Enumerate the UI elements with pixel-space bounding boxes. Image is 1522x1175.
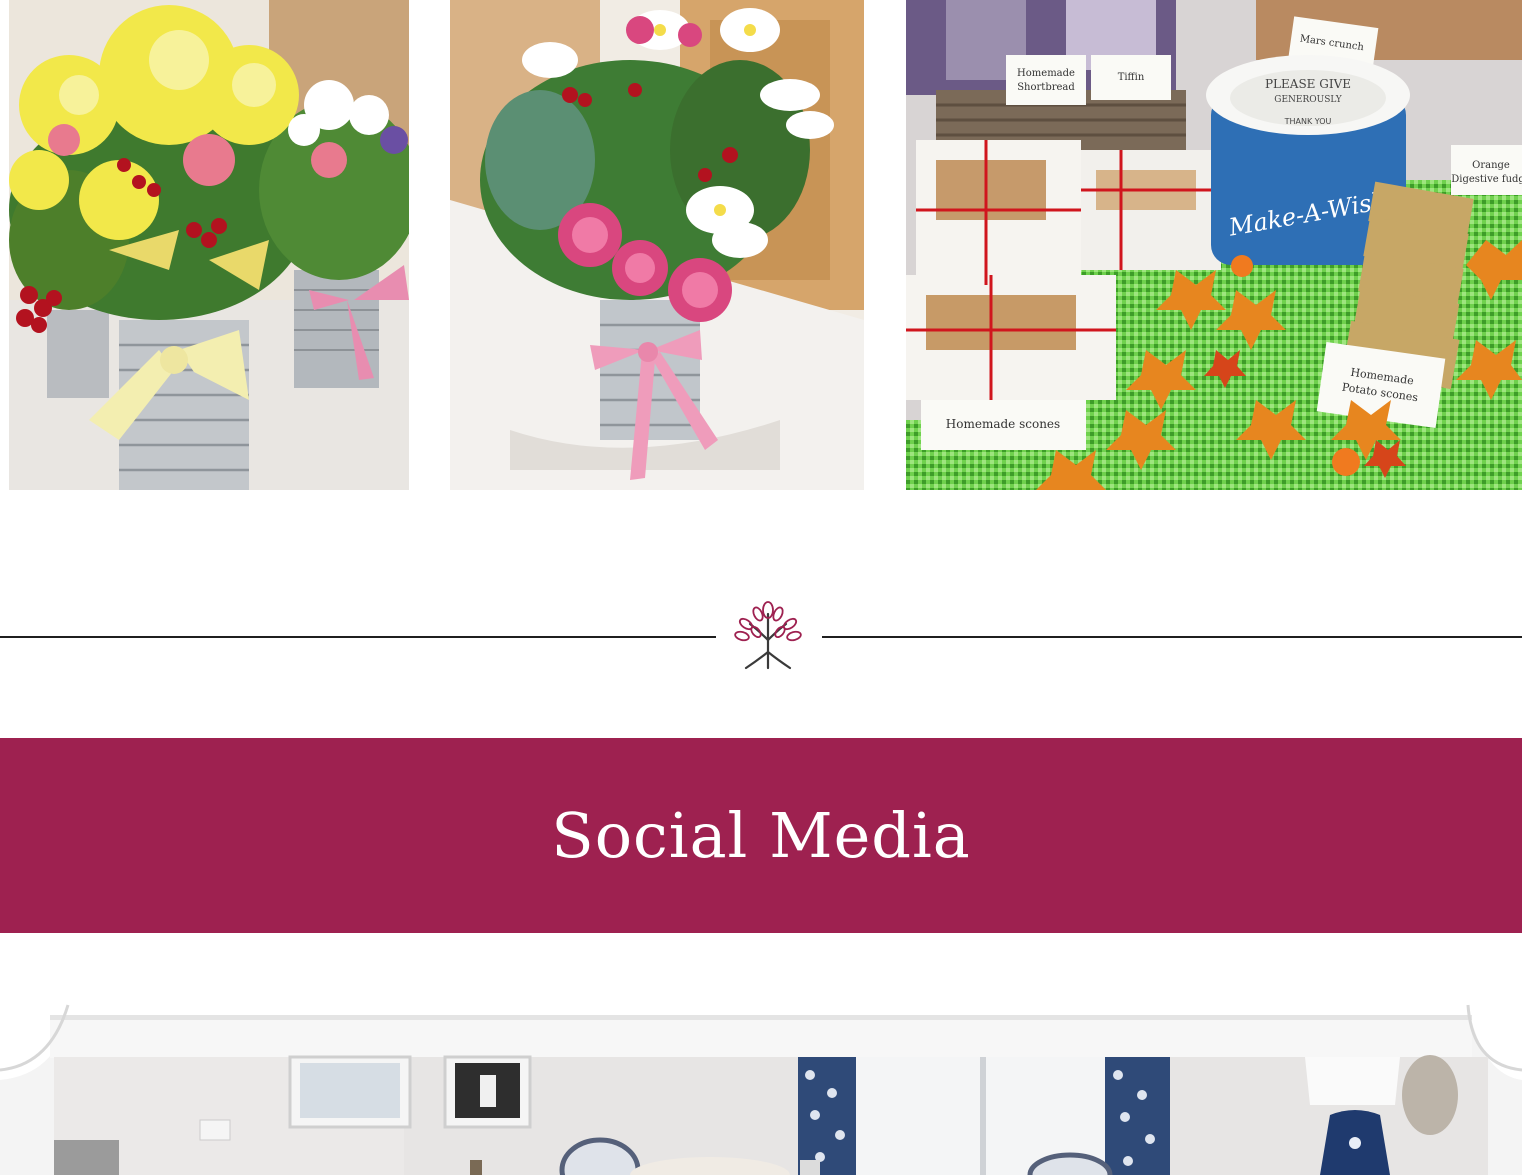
photo-dining-room — [0, 975, 1522, 1175]
divider-line-right — [822, 636, 1522, 638]
section-title: Social Media — [551, 799, 971, 872]
label-please-give: PLEASE GIVE — [1265, 77, 1351, 91]
photo-bake-sale: Homemade Shortbread Tiffin Mars crunch H… — [906, 0, 1522, 490]
label-orange-line2: Digestive fudge — [1451, 174, 1522, 185]
page: Homemade Shortbread Tiffin Mars crunch H… — [0, 0, 1522, 1175]
label-homemade-scones: Homemade scones — [946, 417, 1060, 431]
gallery-photo-bake-sale[interactable]: Homemade Shortbread Tiffin Mars crunch H… — [906, 0, 1522, 490]
label-generously: GENEROUSLY — [1274, 95, 1343, 105]
label-thank-you: THANK YOU — [1284, 117, 1332, 126]
photo-pink-carnations — [450, 0, 864, 490]
divider-line-left — [0, 636, 716, 638]
label-orange-line1: Orange — [1472, 160, 1510, 171]
social-media-photo[interactable] — [0, 975, 1522, 1175]
label-tiffin: Tiffin — [1118, 72, 1145, 83]
photo-yellow-flowers — [9, 0, 409, 490]
gallery-photo-pink-carnations[interactable] — [450, 0, 864, 490]
label-shortbread-line1: Homemade — [1017, 68, 1075, 79]
social-media-banner: Social Media — [0, 738, 1522, 933]
label-shortbread-line2: Shortbread — [1017, 82, 1075, 93]
tree-logo-icon — [728, 600, 808, 674]
gallery-photo-yellow-flowers[interactable] — [9, 0, 409, 490]
